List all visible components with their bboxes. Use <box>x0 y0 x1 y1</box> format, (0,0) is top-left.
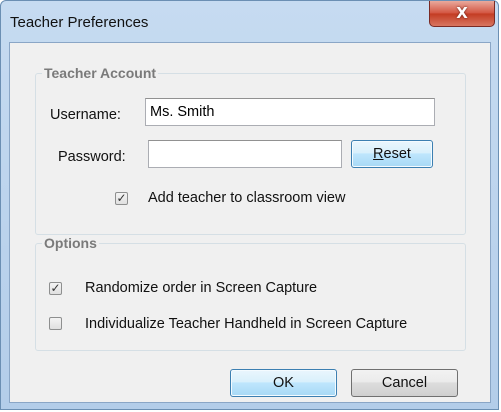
options-group: Options ✓ Randomize order in Screen Capt… <box>35 235 466 351</box>
teacher-account-legend: Teacher Account <box>42 65 159 81</box>
close-icon: X <box>456 4 468 22</box>
randomize-label[interactable]: Randomize order in Screen Capture <box>85 280 317 296</box>
dialog-title: Teacher Preferences <box>10 14 149 31</box>
password-input[interactable] <box>148 140 342 168</box>
reset-button-label: eset <box>383 146 411 162</box>
username-label: Username: <box>50 107 121 123</box>
reset-button-mnemonic: R <box>373 146 384 162</box>
add-teacher-label[interactable]: Add teacher to classroom view <box>148 190 345 206</box>
cancel-button[interactable]: Cancel <box>351 369 458 397</box>
title-bar[interactable]: Teacher Preferences X <box>1 1 498 41</box>
individualize-label[interactable]: Individualize Teacher Handheld in Screen… <box>85 316 407 332</box>
dialog-body: Teacher Account Username: Password: Rese… <box>9 42 491 403</box>
add-teacher-checkbox[interactable]: ✓ <box>115 192 128 205</box>
individualize-checkbox[interactable] <box>49 317 62 330</box>
options-legend: Options <box>42 235 99 251</box>
teacher-preferences-dialog: Teacher Preferences X Teacher Account Us… <box>0 0 499 410</box>
password-label: Password: <box>58 149 126 165</box>
randomize-checkbox[interactable]: ✓ <box>49 282 62 295</box>
reset-button[interactable]: Reset <box>351 140 433 168</box>
checkmark-icon: ✓ <box>116 191 127 205</box>
checkmark-icon: ✓ <box>50 281 61 295</box>
ok-button[interactable]: OK <box>230 369 337 397</box>
close-button[interactable]: X <box>429 1 495 27</box>
teacher-account-group: Teacher Account Username: Password: Rese… <box>35 65 466 235</box>
username-input[interactable] <box>145 98 435 126</box>
